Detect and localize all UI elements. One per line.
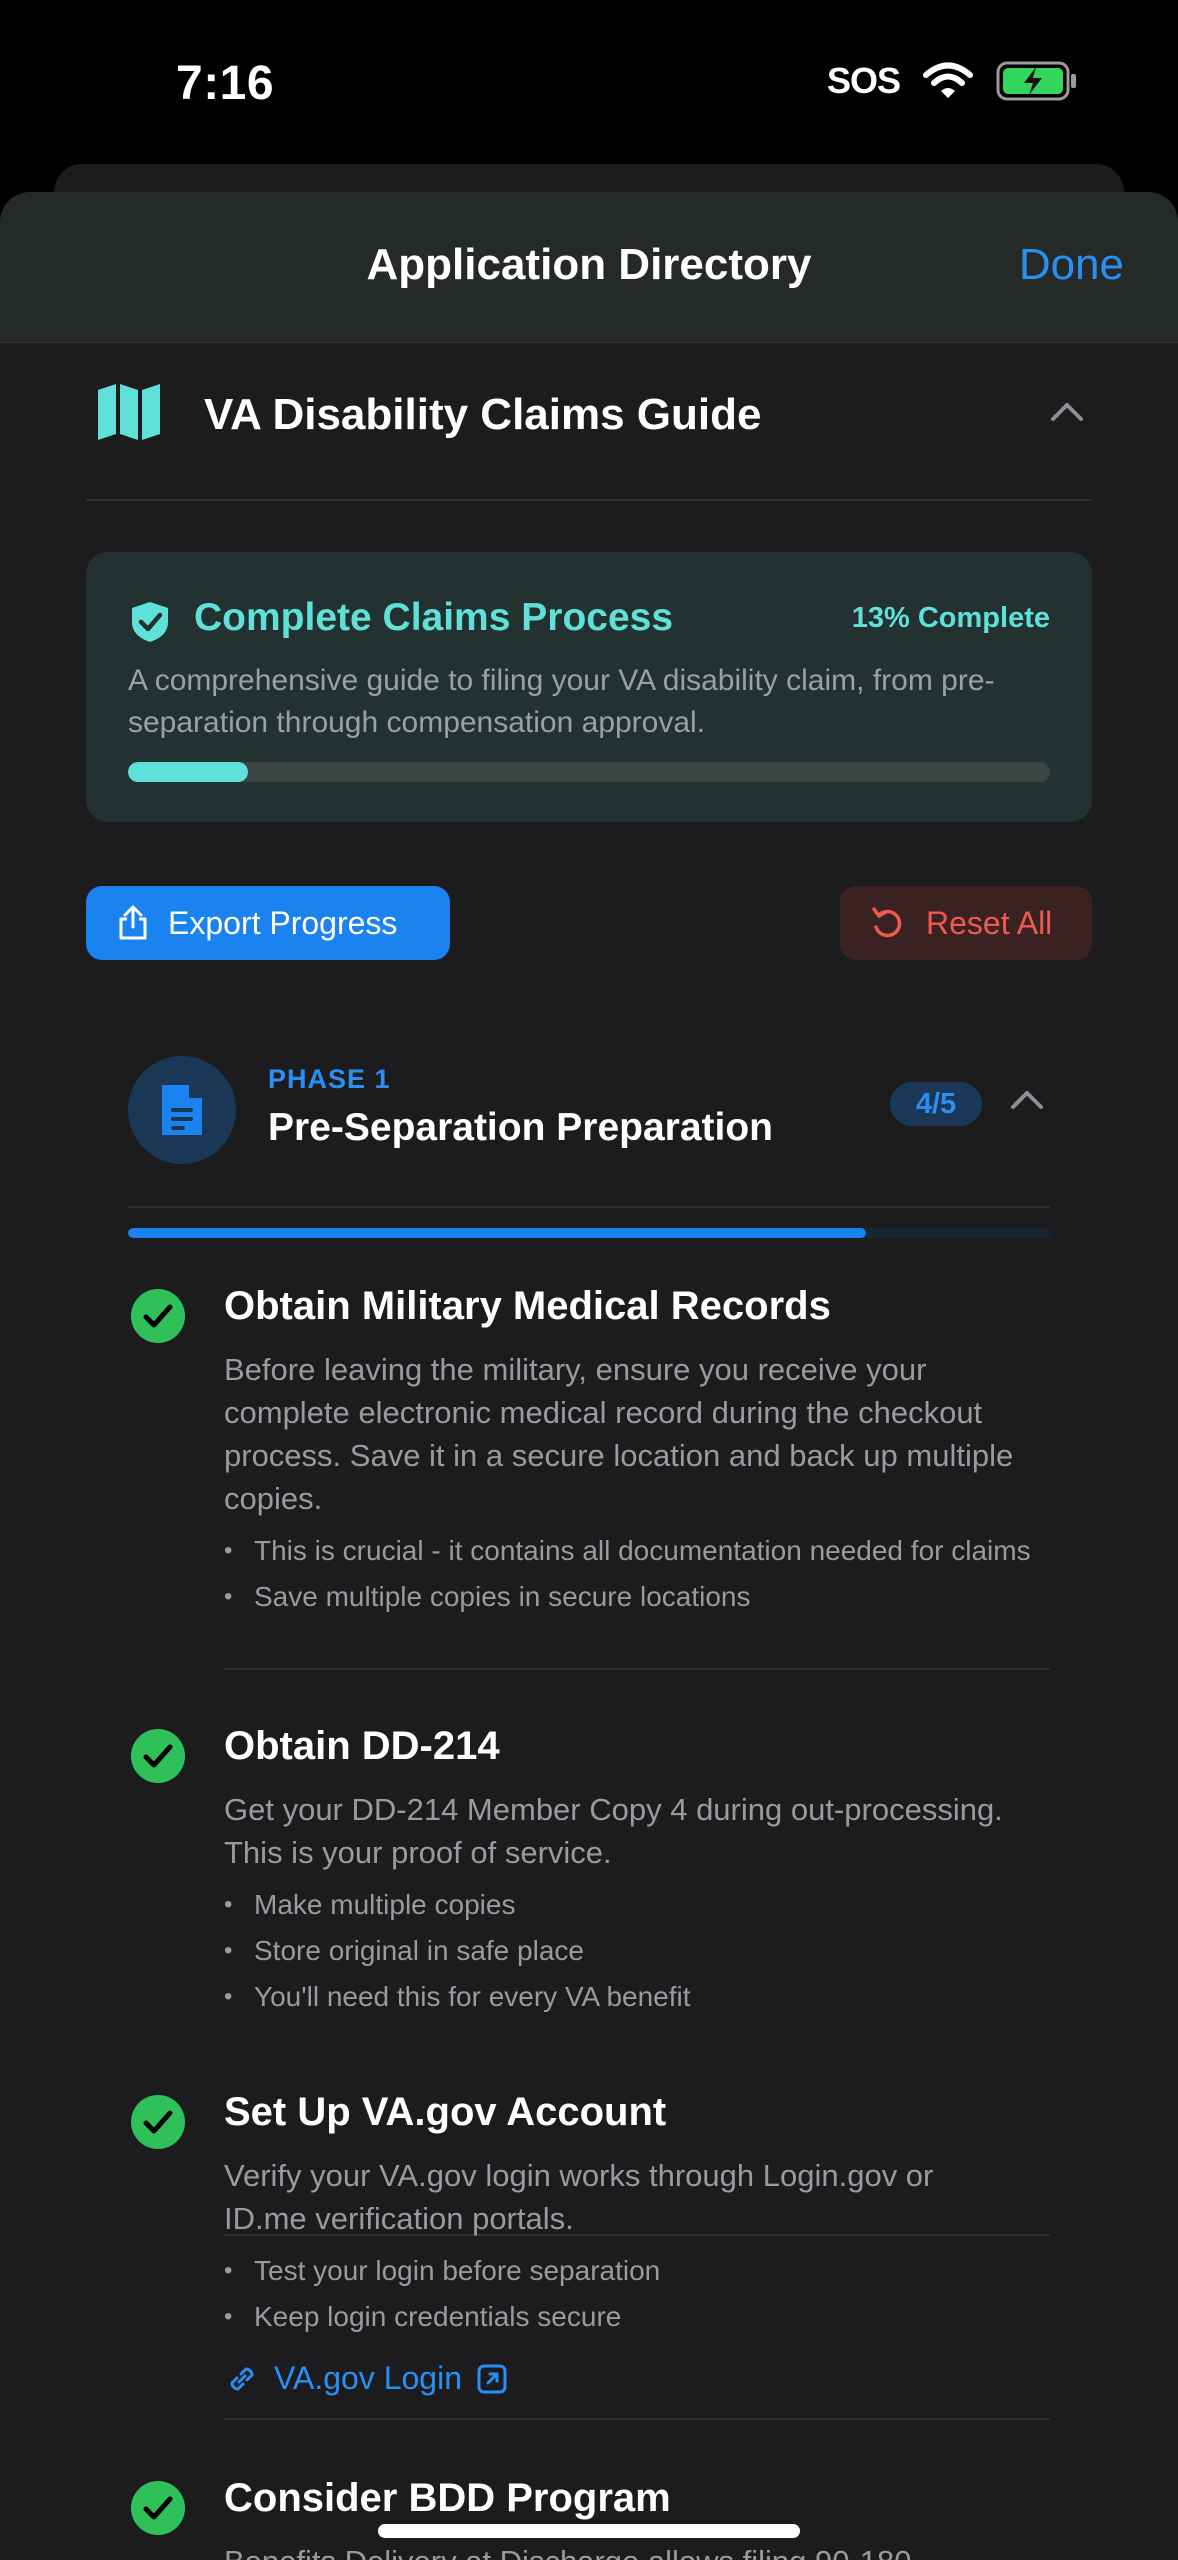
overall-progress-bar — [128, 762, 1050, 782]
checkmark-circle-icon[interactable] — [130, 2094, 186, 2150]
export-progress-button[interactable]: Export Progress — [86, 886, 450, 960]
bullet-item: Keep login credentials secure — [224, 2300, 1044, 2334]
checkmark-circle-icon[interactable] — [130, 2480, 186, 2536]
bullet-item: Save multiple copies in secure locations — [224, 1580, 1044, 1614]
status-time: 7:16 — [176, 57, 275, 110]
chevron-up-icon[interactable] — [1010, 1088, 1044, 1110]
document-icon — [162, 1085, 202, 1135]
reset-all-label: Reset All — [926, 904, 1053, 941]
application-directory-sheet: Application Directory Done VA Disability… — [0, 192, 1178, 2560]
claims-process-card: Complete Claims Process 13% Complete A c… — [86, 552, 1092, 822]
task-description: Benefits Delivery at Discharge allows fi… — [224, 2540, 1014, 2560]
phase-progress-bar — [128, 1228, 1050, 1238]
bullet-item: Test your login before separation — [224, 2254, 1044, 2288]
bullet-item: Store original in safe place — [224, 1934, 1044, 1968]
task-description: Before leaving the military, ensure you … — [224, 1352, 1014, 1516]
export-progress-label: Export Progress — [168, 904, 398, 941]
home-indicator[interactable] — [378, 2524, 800, 2538]
task-bullets: Test your login before separation Keep l… — [224, 2254, 1044, 2346]
task-description: Get your DD-214 Member Copy 4 during out… — [224, 1792, 1003, 1870]
va-gov-login-link[interactable]: VA.gov Login — [224, 2360, 508, 2397]
task-description: Verify your VA.gov login works through L… — [224, 2158, 934, 2236]
bullet-item: This is crucial - it contains all docume… — [224, 1534, 1044, 1568]
completion-percent: 13% Complete — [851, 602, 1050, 634]
divider — [224, 2418, 1050, 2420]
chevron-up-icon — [1051, 403, 1083, 421]
shield-check-icon — [132, 602, 168, 642]
divider — [128, 1206, 1050, 1208]
nav-title: Application Directory — [366, 240, 812, 289]
task-bullets: This is crucial - it contains all docume… — [224, 1534, 1044, 1626]
card-description: A comprehensive guide to filing your VA … — [128, 664, 995, 739]
share-icon — [119, 905, 147, 940]
link-label: VA.gov Login — [274, 2360, 462, 2396]
phase-progress-fill — [128, 1228, 866, 1238]
phase-title: Pre-Separation Preparation — [268, 1106, 773, 1149]
task-title: Obtain DD-214 — [224, 1724, 500, 1768]
external-link-icon — [477, 2364, 507, 2393]
bullet-item: Make multiple copies — [224, 1888, 1044, 1922]
card-title: Complete Claims Process — [194, 596, 674, 639]
divider — [224, 1668, 1050, 1670]
done-button[interactable]: Done — [1019, 240, 1124, 290]
sos-indicator: SOS — [826, 60, 901, 101]
link-icon — [230, 2366, 254, 2391]
phase-icon-circle — [128, 1056, 236, 1164]
checkmark-circle-icon[interactable] — [130, 1728, 186, 1784]
map-icon — [98, 384, 160, 440]
reset-icon — [872, 907, 902, 938]
status-icons: SOS — [827, 60, 1078, 102]
wifi-icon — [923, 62, 973, 98]
task-title: Obtain Military Medical Records — [224, 1284, 831, 1328]
bullet-item: You'll need this for every VA benefit — [224, 1980, 1044, 2014]
task-title: Set Up VA.gov Account — [224, 2090, 667, 2134]
guide-title: VA Disability Claims Guide — [204, 390, 762, 439]
guide-header[interactable]: VA Disability Claims Guide — [86, 342, 1092, 501]
phase-count-badge: 4/5 — [890, 1082, 982, 1126]
task-bullets: Make multiple copies Store original in s… — [224, 1888, 1044, 2026]
battery-charging-icon — [996, 61, 1076, 101]
task-title: Consider BDD Program — [224, 2476, 671, 2520]
checkmark-circle-icon[interactable] — [130, 1288, 186, 1344]
reset-all-button[interactable]: Reset All — [840, 886, 1092, 960]
overall-progress-fill — [128, 762, 248, 782]
nav-bar: Application Directory Done — [0, 192, 1178, 343]
phase-number: PHASE 1 — [268, 1064, 391, 1094]
